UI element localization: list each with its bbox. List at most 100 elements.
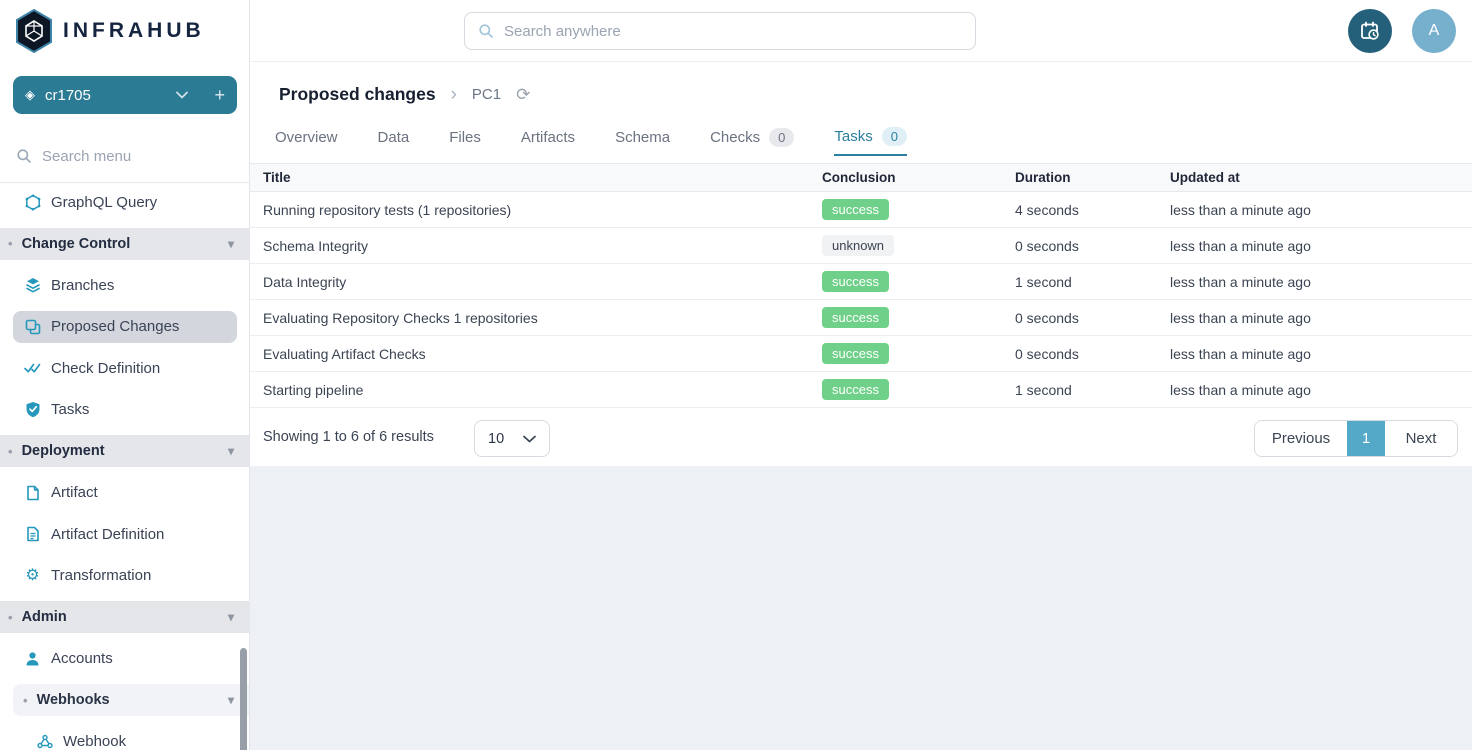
tab-badge: 0: [769, 128, 794, 147]
task-title: Data Integrity: [263, 274, 822, 290]
global-search[interactable]: [464, 12, 976, 50]
app-page: INFRAHUB ◈ cr1705 + GraphQL Query: [0, 0, 1472, 750]
sidebar-divider: [0, 182, 250, 183]
results-summary: Showing 1 to 6 of 6 results: [263, 429, 434, 445]
branch-selector[interactable]: ◈ cr1705 +: [13, 76, 237, 114]
sidebar-item-webhook[interactable]: Webhook: [0, 726, 250, 750]
column-header-conclusion: Conclusion: [822, 170, 1015, 185]
app-title: INFRAHUB: [63, 19, 205, 43]
task-title: Starting pipeline: [263, 382, 822, 398]
sidebar-item-tasks[interactable]: Tasks: [0, 394, 250, 426]
task-updated: less than a minute ago: [1170, 310, 1472, 326]
caret-down-icon: ▾: [228, 610, 234, 624]
gear-icon: ⚙: [24, 568, 41, 584]
tab-schema[interactable]: Schema: [615, 118, 670, 156]
tab-label: Data: [378, 129, 410, 146]
sidebar-search-input[interactable]: [42, 148, 212, 165]
caret-down-icon: ▾: [228, 444, 234, 458]
tab-tasks[interactable]: Tasks 0: [834, 118, 907, 156]
bullet-icon: •: [8, 610, 13, 625]
content-background: [250, 466, 1472, 750]
sidebar-group-label: Deployment: [22, 443, 105, 459]
schedule-button[interactable]: [1348, 9, 1392, 53]
task-title: Running repository tests (1 repositories…: [263, 202, 822, 218]
sidebar-item-check-definition[interactable]: Check Definition: [0, 352, 250, 384]
next-page-button[interactable]: Next: [1385, 421, 1457, 456]
status-badge: unknown: [822, 235, 894, 256]
tab-overview[interactable]: Overview: [275, 118, 338, 156]
task-duration: 0 seconds: [1015, 346, 1170, 362]
tab-files[interactable]: Files: [449, 118, 481, 156]
infrahub-logo-icon: [14, 9, 54, 53]
search-icon: [478, 23, 494, 39]
topbar: A: [250, 0, 1472, 62]
sidebar-group-admin[interactable]: • Admin ▾: [0, 601, 250, 633]
status-badge: success: [822, 199, 889, 220]
status-badge: success: [822, 307, 889, 328]
task-title: Evaluating Repository Checks 1 repositor…: [263, 310, 822, 326]
sidebar-item-transformation[interactable]: ⚙ Transformation: [0, 560, 250, 592]
column-header-duration: Duration: [1015, 170, 1170, 185]
table-row[interactable]: Data Integrity success 1 second less tha…: [250, 264, 1472, 300]
table-row[interactable]: Evaluating Repository Checks 1 repositor…: [250, 300, 1472, 336]
tab-bar: Overview Data Files Artifacts Schema Che…: [275, 118, 907, 156]
table-row[interactable]: Evaluating Artifact Checks success 0 sec…: [250, 336, 1472, 372]
avatar[interactable]: A: [1412, 9, 1456, 53]
sidebar-subgroup-label: Webhooks: [37, 692, 110, 708]
page-size-select[interactable]: 10: [474, 420, 550, 457]
page-size-value: 10: [488, 431, 504, 447]
sidebar-item-label: Proposed Changes: [51, 318, 179, 335]
branch-icon: ◈: [25, 87, 35, 103]
main-content: A Proposed changes › PC1 ⟳ Overview Data…: [250, 0, 1472, 750]
table-row[interactable]: Starting pipeline success 1 second less …: [250, 372, 1472, 408]
refresh-icon[interactable]: ⟳: [516, 86, 530, 103]
status-badge: success: [822, 379, 889, 400]
caret-down-icon: ▾: [228, 237, 234, 251]
table-header-row: Title Conclusion Duration Updated at: [250, 163, 1472, 192]
sidebar-scrollbar[interactable]: [240, 648, 247, 750]
tab-label: Artifacts: [521, 129, 575, 146]
table-row[interactable]: Schema Integrity unknown 0 seconds less …: [250, 228, 1472, 264]
sidebar-item-label: Webhook: [63, 733, 126, 750]
sidebar-menu: GraphQL Query • Change Control ▾ Branche…: [0, 186, 250, 750]
calendar-clock-icon: [1358, 19, 1382, 43]
page-1-button[interactable]: 1: [1347, 421, 1385, 456]
app-logo[interactable]: INFRAHUB: [14, 8, 205, 54]
page-title: Proposed changes: [279, 84, 436, 105]
search-icon: [16, 148, 32, 164]
proposed-changes-icon: [24, 319, 41, 335]
sidebar-group-deployment[interactable]: • Deployment ▾: [0, 435, 250, 467]
task-duration: 1 second: [1015, 382, 1170, 398]
task-updated: less than a minute ago: [1170, 202, 1472, 218]
sidebar-group-change-control[interactable]: • Change Control ▾: [0, 228, 250, 260]
tasks-shield-icon: [24, 401, 41, 418]
task-updated: less than a minute ago: [1170, 274, 1472, 290]
check-definition-icon: [24, 361, 41, 375]
add-branch-button[interactable]: +: [204, 85, 225, 106]
breadcrumb-current: PC1: [472, 86, 501, 103]
column-header-updated-at: Updated at: [1170, 170, 1472, 185]
previous-page-button[interactable]: Previous: [1255, 421, 1347, 456]
artifact-definition-file-icon: [24, 526, 41, 542]
tab-checks[interactable]: Checks 0: [710, 118, 794, 156]
sidebar-item-label: Branches: [51, 277, 114, 294]
global-search-input[interactable]: [504, 23, 962, 40]
sidebar-subgroup-webhooks[interactable]: • Webhooks ▾: [13, 684, 250, 716]
sidebar-search[interactable]: [16, 141, 234, 171]
sidebar-item-proposed-changes[interactable]: Proposed Changes: [13, 311, 237, 343]
bullet-icon: •: [8, 236, 13, 251]
sidebar-item-artifact-definition[interactable]: Artifact Definition: [0, 518, 250, 550]
tab-artifacts[interactable]: Artifacts: [521, 118, 575, 156]
sidebar-item-branches[interactable]: Branches: [0, 269, 250, 301]
table-row[interactable]: Running repository tests (1 repositories…: [250, 192, 1472, 228]
chevron-down-icon: [523, 435, 536, 443]
tab-data[interactable]: Data: [378, 118, 410, 156]
task-title: Schema Integrity: [263, 238, 822, 254]
sidebar-item-artifact[interactable]: Artifact: [0, 477, 250, 509]
task-duration: 0 seconds: [1015, 238, 1170, 254]
webhook-icon: [36, 734, 53, 749]
tab-label: Checks: [710, 129, 760, 146]
sidebar-item-accounts[interactable]: Accounts: [0, 643, 250, 675]
sidebar-item-graphql-query[interactable]: GraphQL Query: [0, 186, 250, 218]
column-header-title: Title: [263, 170, 822, 185]
